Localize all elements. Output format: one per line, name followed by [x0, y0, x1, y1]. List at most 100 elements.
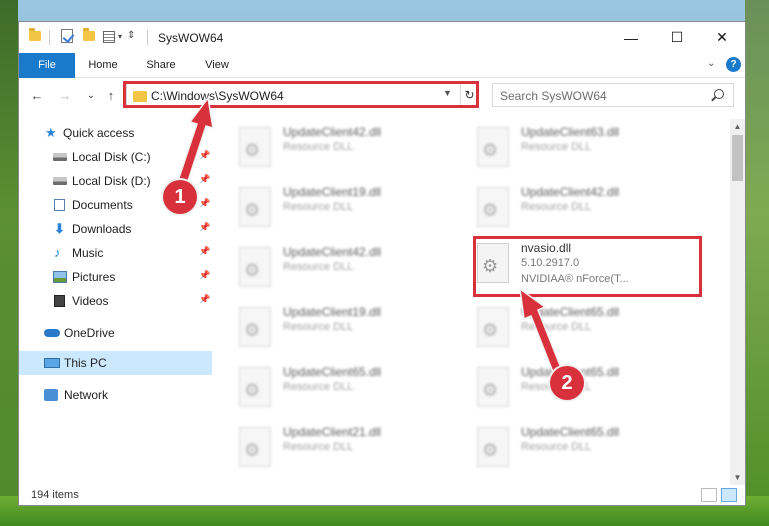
vertical-scrollbar[interactable]: ▲ ▼: [730, 119, 745, 485]
tab-view[interactable]: View: [191, 53, 243, 78]
file-name: UpdateClient42.dll: [283, 125, 382, 139]
callout-step-2: 2: [550, 366, 584, 400]
file-tile[interactable]: UpdateClient65.dll Resource DLL: [473, 361, 703, 417]
file-tile[interactable]: UpdateClient65.dll Resource DLL: [235, 361, 465, 417]
sidebar-item-music[interactable]: ♪ Music 📌: [19, 241, 212, 265]
status-bar: 194 items: [19, 485, 745, 505]
up-button[interactable]: ↑: [101, 86, 121, 106]
sidebar-item-label: Pictures: [72, 270, 116, 284]
network-icon: [44, 389, 58, 401]
search-box[interactable]: Search SysWOW64: [492, 83, 734, 107]
sidebar-item-label: Local Disk (C:): [72, 150, 151, 164]
pin-icon: 📌: [199, 246, 211, 256]
file-name: UpdateClient42.dll: [283, 245, 382, 259]
dll-file-icon: [477, 367, 509, 407]
file-type: Resource DLL: [283, 381, 354, 393]
background-trees-right: [745, 0, 769, 526]
sidebar-item-quick-access[interactable]: ★ Quick access: [19, 121, 212, 145]
maximize-button[interactable]: ☐: [654, 22, 700, 53]
scroll-down-arrow-icon[interactable]: ▼: [730, 470, 745, 485]
dll-file-icon: [477, 307, 509, 347]
star-icon: ★: [45, 125, 57, 140]
sidebar-item-label: Local Disk (D:): [72, 174, 151, 188]
address-bar-highlight: [123, 81, 479, 108]
file-name: UpdateClient19.dll: [283, 305, 382, 319]
sidebar-item-this-pc[interactable]: This PC: [19, 351, 212, 375]
sidebar-item-videos[interactable]: Videos 📌: [19, 289, 212, 313]
sidebar-item-pictures[interactable]: Pictures 📌: [19, 265, 212, 289]
file-tile[interactable]: UpdateClient19.dll Resource DLL: [235, 181, 465, 237]
sidebar-item-label: Documents: [72, 198, 133, 212]
disk-icon: [53, 153, 67, 161]
file-type: Resource DLL: [283, 261, 354, 273]
details-view-button[interactable]: [701, 488, 717, 502]
properties-check-icon[interactable]: [61, 29, 73, 43]
sidebar-item-label: OneDrive: [64, 326, 115, 340]
file-tile[interactable]: UpdateClient42.dll Resource DLL: [235, 121, 465, 177]
file-name: UpdateClient65.dll: [521, 305, 620, 319]
dll-file-icon: [239, 247, 271, 287]
cloud-icon: [44, 329, 60, 337]
file-type: Resource DLL: [521, 441, 592, 453]
tab-home[interactable]: Home: [77, 53, 129, 78]
file-name: UpdateClient19.dll: [283, 185, 382, 199]
file-name: UpdateClient63.dll: [521, 125, 620, 139]
search-input[interactable]: Search SysWOW64: [500, 89, 607, 103]
chevron-down-icon[interactable]: ▾: [118, 32, 122, 41]
pin-toolbar-icon[interactable]: ⇕: [127, 30, 135, 41]
sidebar-item-label: Music: [72, 246, 104, 260]
file-tile[interactable]: UpdateClient63.dll Resource DLL: [473, 121, 703, 177]
download-icon: ⬇: [54, 221, 65, 236]
dll-file-icon: [477, 127, 509, 167]
item-count: 194 items: [31, 489, 79, 501]
minimize-button[interactable]: —: [608, 22, 654, 53]
chevron-down-icon[interactable]: ⌄: [707, 58, 715, 69]
sidebar-item-local-disk-c[interactable]: Local Disk (C:) 📌: [19, 145, 212, 169]
dll-file-icon: [239, 427, 271, 467]
new-folder-icon[interactable]: [83, 28, 95, 41]
tab-share[interactable]: Share: [134, 53, 188, 78]
pin-icon: 📌: [199, 270, 211, 280]
help-icon[interactable]: ?: [726, 57, 741, 72]
background-trees-left: [0, 0, 18, 526]
tab-file[interactable]: File: [19, 53, 75, 78]
file-tile[interactable]: UpdateClient19.dll Resource DLL: [235, 301, 465, 357]
file-tile[interactable]: UpdateClient21.dll Resource DLL: [235, 421, 465, 477]
file-tile[interactable]: UpdateClient42.dll Resource DLL: [235, 241, 465, 297]
scrollbar-thumb[interactable]: [732, 135, 743, 181]
divider: [49, 30, 50, 45]
sidebar-item-onedrive[interactable]: OneDrive: [19, 321, 212, 345]
file-name: UpdateClient21.dll: [283, 425, 382, 439]
file-tile[interactable]: UpdateClient65.dll Resource DLL: [473, 301, 703, 357]
sidebar-item-label: Videos: [72, 294, 109, 308]
folder-icon: [29, 28, 41, 41]
sidebar-item-network[interactable]: Network: [19, 383, 212, 407]
file-type: Resource DLL: [283, 441, 354, 453]
file-list: UpdateClient42.dll Resource DLL UpdateCl…: [215, 119, 730, 485]
sidebar-item-label: Quick access: [63, 126, 135, 140]
large-icons-view-button[interactable]: [721, 488, 737, 502]
file-name: UpdateClient65.dll: [521, 425, 620, 439]
file-type: Resource DLL: [283, 321, 354, 333]
file-tile[interactable]: UpdateClient65.dll Resource DLL: [473, 421, 703, 477]
sidebar-item-label: Downloads: [72, 222, 132, 236]
customize-quick-access-icon[interactable]: [103, 31, 115, 43]
scroll-up-arrow-icon[interactable]: ▲: [730, 119, 745, 134]
sidebar-item-label: This PC: [64, 356, 107, 370]
file-tile[interactable]: UpdateClient42.dll Resource DLL: [473, 181, 703, 237]
close-button[interactable]: ✕: [699, 22, 745, 53]
divider: [147, 30, 148, 45]
computer-icon: [44, 358, 60, 368]
pin-icon: 📌: [199, 294, 211, 304]
sidebar-item-downloads[interactable]: ⬇ Downloads 📌: [19, 217, 212, 241]
ribbon-tabs: File Home Share View ⌄ ?: [19, 53, 745, 78]
videos-icon: [54, 295, 65, 307]
pin-icon: 📌: [199, 198, 211, 208]
search-icon[interactable]: [714, 89, 724, 99]
file-type: Resource DLL: [521, 141, 592, 153]
back-button[interactable]: ←: [27, 86, 47, 106]
recent-locations-button[interactable]: ⌄: [81, 86, 101, 106]
file-name: UpdateClient65.dll: [283, 365, 382, 379]
file-type: Resource DLL: [521, 321, 592, 333]
forward-button[interactable]: →: [55, 86, 75, 106]
